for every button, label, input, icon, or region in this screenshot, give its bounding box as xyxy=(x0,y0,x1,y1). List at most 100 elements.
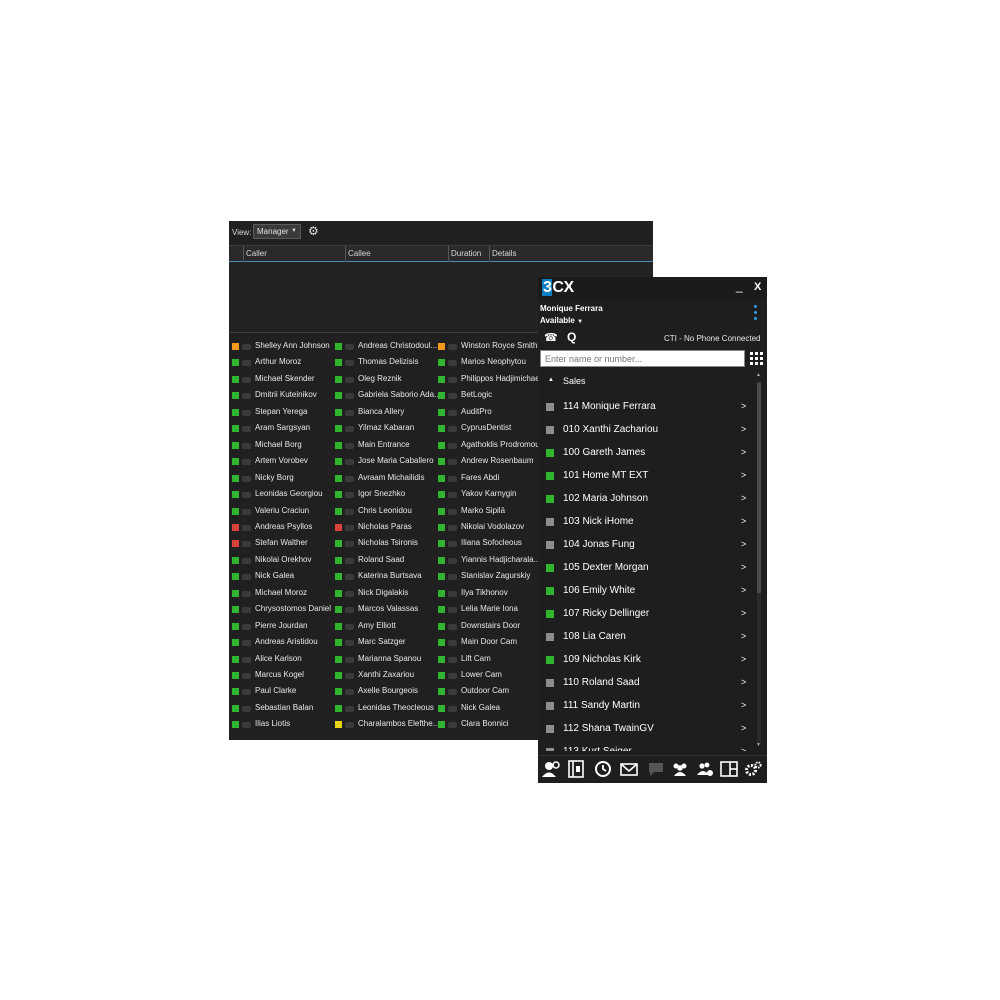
presence-item[interactable]: Gabriela Saborio Ada... xyxy=(332,389,442,403)
chevron-right-icon[interactable]: > xyxy=(741,447,746,457)
history-icon[interactable] xyxy=(593,759,613,779)
presence-item[interactable]: Leonidas Theocleous xyxy=(332,702,442,716)
chevron-right-icon[interactable]: > xyxy=(741,562,746,572)
presence-item[interactable]: Nick Galea xyxy=(229,570,339,584)
presence-item[interactable]: Stepan Yerega xyxy=(229,406,339,420)
chevron-right-icon[interactable]: > xyxy=(741,654,746,664)
chevron-right-icon[interactable]: > xyxy=(741,401,746,411)
presence-item[interactable]: Amy Elliott xyxy=(332,620,442,634)
extension-item[interactable]: 102 Maria Johnson > xyxy=(538,487,754,510)
chevron-right-icon[interactable]: > xyxy=(741,516,746,526)
presence-item[interactable]: Sebastian Balan xyxy=(229,702,339,716)
minimize-button[interactable]: _ xyxy=(736,279,743,293)
extension-item[interactable]: 101 Home MT EXT > xyxy=(538,464,754,487)
chevron-right-icon[interactable]: > xyxy=(741,677,746,687)
extension-item[interactable]: 010 Xanthi Zachariou > xyxy=(538,418,754,441)
presence-item[interactable]: Arthur Moroz xyxy=(229,356,339,370)
extension-item[interactable]: 111 Sandy Martin > xyxy=(538,694,754,717)
extension-item[interactable]: 104 Jonas Fung > xyxy=(538,533,754,556)
presence-item[interactable]: Pierre Jourdan xyxy=(229,620,339,634)
presence-icon[interactable] xyxy=(541,759,561,779)
phone-icon[interactable]: ☎ xyxy=(544,331,558,344)
search-icon[interactable]: Q xyxy=(567,330,576,344)
presence-item[interactable]: Michael Skender xyxy=(229,373,339,387)
switchboard-icon[interactable] xyxy=(566,759,586,779)
presence-item[interactable]: Michael Borg xyxy=(229,439,339,453)
presence-item[interactable]: Nicholas Paras xyxy=(332,521,442,535)
presence-item[interactable]: Agathoklis Prodromou xyxy=(435,439,545,453)
chevron-right-icon[interactable]: > xyxy=(741,700,746,710)
scroll-down-icon[interactable]: ▼ xyxy=(756,742,761,748)
presence-item[interactable]: Chris Leonidou xyxy=(332,505,442,519)
presence-item[interactable]: Lelia Marie Iona xyxy=(435,603,545,617)
voicemail-icon[interactable] xyxy=(619,759,639,779)
presence-item[interactable]: Downstairs Door xyxy=(435,620,545,634)
presence-item[interactable]: Nicholas Tsironis xyxy=(332,537,442,551)
presence-item[interactable]: Marc Satzger xyxy=(332,636,442,650)
gear-icon[interactable]: ⚙ xyxy=(308,224,319,238)
extension-item[interactable]: 110 Roland Saad > xyxy=(538,671,754,694)
column-caller[interactable]: Caller xyxy=(246,249,267,258)
settings-icon[interactable] xyxy=(743,759,763,779)
presence-item[interactable]: AuditPro xyxy=(435,406,545,420)
presence-item[interactable]: Winston Royce Smith xyxy=(435,340,545,354)
presence-item[interactable]: Katerina Burtsava xyxy=(332,570,442,584)
extension-item[interactable]: 100 Gareth James > xyxy=(538,441,754,464)
column-duration[interactable]: Duration xyxy=(451,249,481,258)
presence-item[interactable]: Paul Clarke xyxy=(229,685,339,699)
presence-item[interactable]: Nick Digalakis xyxy=(332,587,442,601)
scrollbar-thumb[interactable] xyxy=(757,383,761,593)
presence-item[interactable]: Dmitrii Kuteinikov xyxy=(229,389,339,403)
presence-item[interactable]: Main Door Cam xyxy=(435,636,545,650)
chevron-right-icon[interactable]: > xyxy=(741,493,746,503)
presence-item[interactable]: Roland Saad xyxy=(332,554,442,568)
presence-item[interactable]: Lift Cam xyxy=(435,653,545,667)
presence-item[interactable]: Aram Sargsyan xyxy=(229,422,339,436)
presence-item[interactable]: Valeriu Craciun xyxy=(229,505,339,519)
search-input[interactable] xyxy=(540,350,745,367)
presence-item[interactable]: Jose Maria Caballero xyxy=(332,455,442,469)
presence-item[interactable]: Nikolai Orekhov xyxy=(229,554,339,568)
column-details[interactable]: Details xyxy=(492,249,516,258)
extension-item[interactable]: 103 Nick iHome > xyxy=(538,510,754,533)
presence-item[interactable]: Outdoor Cam xyxy=(435,685,545,699)
people-icon[interactable] xyxy=(670,759,690,779)
layout-icon[interactable] xyxy=(719,759,739,779)
status-dropdown[interactable]: Available ▼ xyxy=(540,316,583,325)
view-select[interactable]: Manager ▼ xyxy=(253,224,301,239)
presence-item[interactable]: Artem Vorobev xyxy=(229,455,339,469)
presence-item[interactable]: Marcos Valassas xyxy=(332,603,442,617)
extension-item[interactable]: 108 Lia Caren > xyxy=(538,625,754,648)
extension-item[interactable]: 112 Shana TwainGV > xyxy=(538,717,754,740)
chevron-right-icon[interactable]: > xyxy=(741,631,746,641)
presence-item[interactable]: Marcus Kogel xyxy=(229,669,339,683)
presence-item[interactable]: Nicky Borg xyxy=(229,472,339,486)
presence-item[interactable]: Andreas Christodoul... xyxy=(332,340,442,354)
more-menu-icon[interactable] xyxy=(754,305,758,323)
presence-item[interactable]: Andreas Aristidou xyxy=(229,636,339,650)
presence-item[interactable]: Stefan Walther xyxy=(229,537,339,551)
presence-item[interactable]: Axelle Bourgeois xyxy=(332,685,442,699)
chevron-right-icon[interactable]: > xyxy=(741,746,746,751)
presence-item[interactable]: Ilya Tikhonov xyxy=(435,587,545,601)
presence-item[interactable]: Marianna Spanou xyxy=(332,653,442,667)
chevron-right-icon[interactable]: > xyxy=(741,608,746,618)
scrollbar[interactable]: ▲ ▼ xyxy=(755,372,763,751)
presence-item[interactable]: Xanthi Zaxariou xyxy=(332,669,442,683)
presence-item[interactable]: Ilias Liotis xyxy=(229,718,339,732)
presence-item[interactable]: Bianca Allery xyxy=(332,406,442,420)
presence-item[interactable]: Thomas Delizisis xyxy=(332,356,442,370)
presence-item[interactable]: Lower Cam xyxy=(435,669,545,683)
extension-item[interactable]: 114 Monique Ferrara > xyxy=(538,395,754,418)
presence-item[interactable]: Michael Moroz xyxy=(229,587,339,601)
column-callee[interactable]: Callee xyxy=(348,249,371,258)
extension-item[interactable]: 106 Emily White > xyxy=(538,579,754,602)
presence-item[interactable]: Yiannis Hadjicharala... xyxy=(435,554,545,568)
presence-item[interactable]: Chrysostomos Daniel xyxy=(229,603,339,617)
chat-icon[interactable] xyxy=(646,759,666,779)
chevron-right-icon[interactable]: > xyxy=(741,539,746,549)
presence-item[interactable]: Philippos Hadjimichael xyxy=(435,373,545,387)
conference-icon[interactable] xyxy=(695,759,715,779)
presence-item[interactable]: Alice Karlson xyxy=(229,653,339,667)
dialpad-icon[interactable] xyxy=(750,352,763,365)
